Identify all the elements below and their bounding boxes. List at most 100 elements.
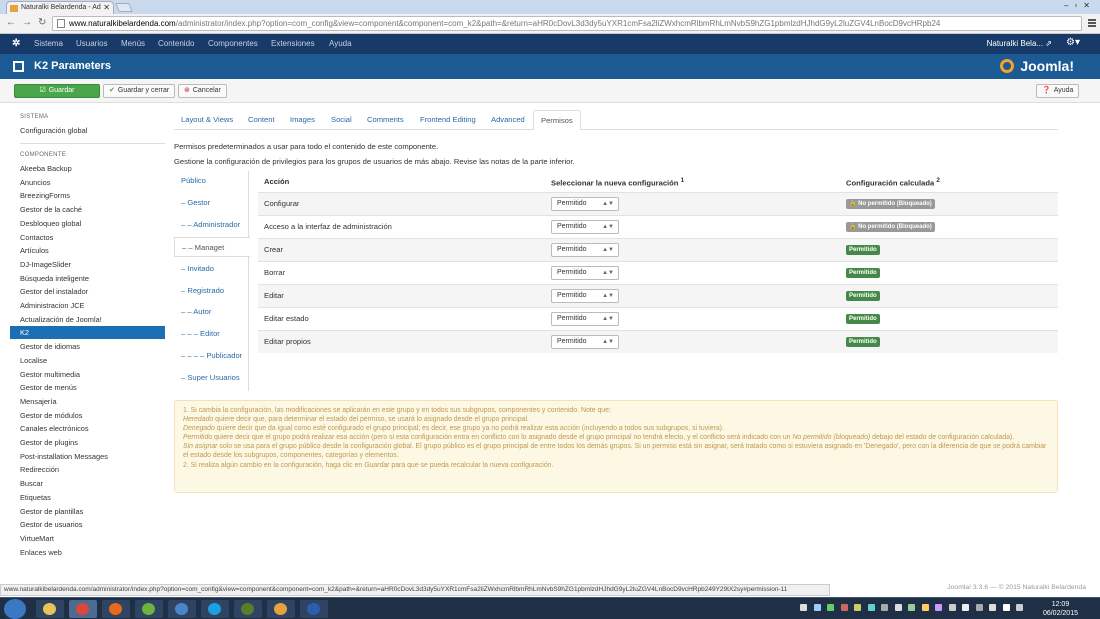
- clock[interactable]: 12:09 06/02/2015: [1043, 600, 1078, 618]
- sidebar-item[interactable]: Gestor de módulos: [10, 409, 165, 422]
- menu-menus[interactable]: Menús: [121, 39, 145, 48]
- tray-icon[interactable]: [840, 604, 848, 611]
- tray-icon[interactable]: [800, 604, 807, 611]
- skype-taskbar-button[interactable]: [201, 600, 229, 618]
- permission-select[interactable]: Permitido ▲▼: [551, 243, 619, 257]
- windows-explorer-taskbar-button[interactable]: [36, 600, 64, 618]
- tab-images[interactable]: Images: [283, 110, 322, 130]
- group-item[interactable]: – Invitado: [174, 259, 249, 279]
- tray-icon[interactable]: [962, 604, 969, 611]
- tray-icon[interactable]: [813, 604, 821, 611]
- permission-select[interactable]: Permitido ▲▼: [551, 312, 619, 326]
- sidebar-item[interactable]: Desbloqueo global: [10, 217, 165, 230]
- group-item[interactable]: – – – Editor: [174, 324, 249, 344]
- sidebar-item[interactable]: Canales electrónicos: [10, 422, 165, 435]
- tray-icon[interactable]: [989, 604, 996, 611]
- cancel-button[interactable]: ⊗ Cancelar: [178, 84, 227, 98]
- tray-icon[interactable]: [854, 604, 861, 611]
- sidebar-item[interactable]: Buscar: [10, 477, 165, 490]
- group-item[interactable]: – Gestor: [174, 193, 249, 213]
- menu-ayuda[interactable]: Ayuda: [329, 39, 352, 48]
- sidebar-item-configuracion-global[interactable]: Configuración global: [10, 124, 165, 137]
- tab-frontend-editing[interactable]: Frontend Editing: [413, 110, 483, 130]
- tray-icon[interactable]: [921, 604, 929, 611]
- permission-select[interactable]: Permitido ▲▼: [551, 289, 619, 303]
- close-tab-icon[interactable]: ✕: [103, 2, 110, 14]
- menu-extensiones[interactable]: Extensiones: [271, 39, 315, 48]
- firefox-taskbar-button[interactable]: [102, 600, 130, 618]
- menu-componentes[interactable]: Componentes: [208, 39, 258, 48]
- tab-permisos[interactable]: Permisos: [533, 110, 581, 130]
- tab-advanced[interactable]: Advanced: [484, 110, 532, 130]
- sidebar-item[interactable]: Anuncios: [10, 176, 165, 189]
- gear-icon[interactable]: ⚙▾: [1066, 37, 1080, 48]
- sidebar-item[interactable]: Administracion JCE: [10, 299, 165, 312]
- group-item[interactable]: – Registrado: [174, 281, 249, 301]
- sidebar-item[interactable]: Etiquetas: [10, 491, 165, 504]
- sidebar-item[interactable]: Redirección: [10, 463, 165, 476]
- sidebar-item[interactable]: Gestor de usuarios: [10, 518, 165, 531]
- chrome-taskbar-button[interactable]: [69, 600, 97, 618]
- group-item[interactable]: Público: [174, 171, 249, 191]
- back-icon[interactable]: ←: [6, 17, 16, 28]
- browser-tab[interactable]: Naturalki Belardenda - Ad ✕: [6, 1, 114, 14]
- menu-usuarios[interactable]: Usuarios: [76, 39, 108, 48]
- group-item[interactable]: – Super Usuarios: [174, 368, 249, 388]
- sidebar-item[interactable]: Post-installation Messages: [10, 450, 165, 463]
- menu-contenido[interactable]: Contenido: [158, 39, 194, 48]
- permission-select[interactable]: Permitido ▲▼: [551, 197, 619, 211]
- permission-select[interactable]: Permitido ▲▼: [551, 220, 619, 234]
- tray-icon[interactable]: [908, 604, 915, 611]
- forward-icon[interactable]: →: [22, 17, 32, 28]
- save-button[interactable]: ☑ Guardar: [14, 84, 100, 98]
- tray-icon[interactable]: [1016, 604, 1023, 611]
- sidebar-item[interactable]: Contactos: [10, 231, 165, 244]
- sidebar-item[interactable]: Gestor del instalador: [10, 285, 165, 298]
- browser-menu-icon[interactable]: [1088, 19, 1096, 27]
- word-taskbar-button[interactable]: [300, 600, 328, 618]
- tray-icon[interactable]: [867, 604, 875, 611]
- dreamweaver-taskbar-button[interactable]: [234, 600, 262, 618]
- permission-select[interactable]: Permitido ▲▼: [551, 335, 619, 349]
- media-player-taskbar-button[interactable]: [267, 600, 295, 618]
- sidebar-item[interactable]: Artículos: [10, 244, 165, 257]
- tab-content[interactable]: Content: [241, 110, 282, 130]
- sidebar-item[interactable]: Gestor de la caché: [10, 203, 165, 216]
- new-tab-button[interactable]: [115, 3, 133, 12]
- sidebar-item[interactable]: Gestor de plugins: [10, 436, 165, 449]
- sidebar-item[interactable]: Actualización de Joomla!: [10, 313, 165, 326]
- save-close-button[interactable]: ✔ Guardar y cerrar: [103, 84, 176, 98]
- sidebar-item[interactable]: Gestor de idiomas: [10, 340, 165, 353]
- reload-icon[interactable]: ↻: [38, 17, 46, 28]
- tab-comments[interactable]: Comments: [360, 110, 411, 130]
- group-item[interactable]: – – Autor: [174, 302, 249, 322]
- group-item[interactable]: – – – – Publicador: [174, 346, 249, 366]
- tray-icon[interactable]: [1002, 604, 1010, 611]
- tray-icon[interactable]: [881, 604, 888, 611]
- address-bar[interactable]: www.naturalkibelardenda.com/administrato…: [52, 16, 1082, 31]
- sidebar-item[interactable]: BreezingForms: [10, 189, 165, 202]
- sidebar-item[interactable]: Akeeba Backup: [10, 162, 165, 175]
- windows-start-icon[interactable]: [4, 599, 26, 619]
- sidebar-item[interactable]: Búsqueda inteligente: [10, 272, 165, 285]
- tab-layout-views[interactable]: Layout & Views: [174, 110, 240, 130]
- tray-icon[interactable]: [975, 604, 983, 611]
- sidebar-item[interactable]: Mensajería: [10, 395, 165, 408]
- tray-icon[interactable]: [827, 604, 834, 611]
- sidebar-item[interactable]: K2: [10, 326, 165, 340]
- sidebar-item[interactable]: Gestor de plantillas: [10, 505, 165, 518]
- tray-icon[interactable]: [948, 604, 956, 611]
- window-controls[interactable]: –▫✕: [1064, 1, 1096, 10]
- tray-icon[interactable]: [935, 604, 942, 611]
- utorrent-taskbar-button[interactable]: [135, 600, 163, 618]
- tab-social[interactable]: Social: [324, 110, 359, 130]
- tray-icon[interactable]: [894, 604, 902, 611]
- group-item[interactable]: – – Managet: [174, 236, 250, 257]
- help-button[interactable]: ❓ Ayuda: [1036, 84, 1080, 98]
- sidebar-item[interactable]: Localise: [10, 354, 165, 367]
- user-menu[interactable]: Naturalki Bela... ⇗: [987, 39, 1052, 48]
- joomla-logo-icon[interactable]: ✲: [12, 38, 20, 49]
- group-item[interactable]: – – Administrador: [174, 215, 249, 235]
- sidebar-item[interactable]: Gestor de menús: [10, 381, 165, 394]
- sidebar-item[interactable]: DJ-ImageSlider: [10, 258, 165, 271]
